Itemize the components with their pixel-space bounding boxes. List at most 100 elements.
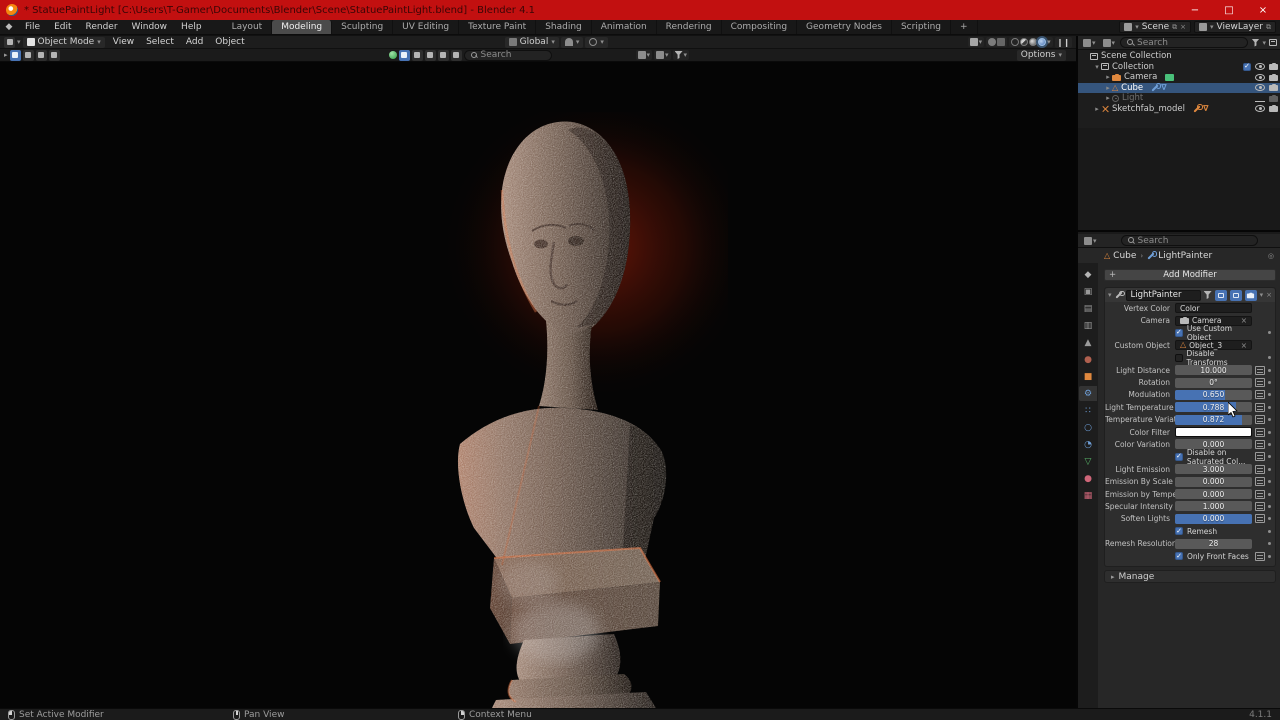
animate-decorator-dot[interactable]: [1265, 517, 1273, 520]
edit-mode-display-toggle[interactable]: [1215, 290, 1227, 301]
outliner-item-camera[interactable]: ▸Camera: [1078, 72, 1280, 83]
workspace-tab-geometry-nodes[interactable]: Geometry Nodes: [797, 20, 892, 34]
visibility-eye-icon[interactable]: [1255, 63, 1265, 70]
checkbox-checked[interactable]: ✓: [1175, 527, 1183, 535]
checkbox-checked[interactable]: ✓: [1175, 453, 1183, 461]
outliner-item-scene-collection[interactable]: Scene Collection: [1078, 51, 1280, 62]
attribute-toggle-icon[interactable]: [1255, 403, 1265, 412]
properties-tab-texture[interactable]: ▦: [1079, 488, 1097, 503]
attribute-toggle-icon[interactable]: [1255, 514, 1265, 523]
sort-dropdown[interactable]: ▾: [654, 50, 671, 60]
close-button[interactable]: ×: [1246, 0, 1280, 20]
filter-funnel-icon[interactable]: [1251, 39, 1259, 47]
workspace-tab-sculpting[interactable]: Sculpting: [332, 20, 393, 34]
value-slider[interactable]: 10.000: [1175, 365, 1252, 375]
properties-tab-tool[interactable]: ◆: [1079, 267, 1097, 282]
outliner-search-input[interactable]: Search: [1120, 37, 1248, 48]
value-slider[interactable]: 0.000: [1175, 477, 1252, 487]
menu-window[interactable]: Window: [125, 22, 175, 32]
workspace-tab-uv-editing[interactable]: UV Editing: [393, 20, 459, 34]
minimize-button[interactable]: −: [1178, 0, 1212, 20]
outliner-item-sketchfab_model[interactable]: ▸Sketchfab_model∇: [1078, 104, 1280, 115]
render-visibility-camera-icon[interactable]: [1269, 63, 1278, 70]
display-mode-dropdown[interactable]: ▾: [636, 50, 653, 60]
attribute-toggle-icon[interactable]: [1255, 452, 1265, 461]
checkbox-checked[interactable]: ✓: [1175, 552, 1183, 560]
outliner-item-cube[interactable]: ▸△Cube∇: [1078, 83, 1280, 94]
modifier-panel-header[interactable]: ▾ LightPainter ▾ ×: [1105, 288, 1275, 302]
viewport-menu-add[interactable]: Add: [180, 37, 209, 47]
outliner-item-light[interactable]: ▸Light: [1078, 93, 1280, 104]
tool-option-1-button[interactable]: [23, 50, 34, 61]
solid-shading-icon[interactable]: [1020, 38, 1028, 46]
animate-decorator-dot[interactable]: [1265, 443, 1273, 446]
visibility-eye-icon[interactable]: [1255, 84, 1265, 91]
editor-type-button[interactable]: [4, 37, 15, 48]
properties-editor-type-dropdown[interactable]: ▾: [1082, 236, 1099, 246]
outliner-filter-mode-dropdown[interactable]: ▾: [1101, 38, 1118, 48]
paint-option-4-button[interactable]: [451, 50, 462, 61]
disclosure-closed-icon[interactable]: ▸: [1093, 105, 1101, 113]
workspace-tab-layout[interactable]: Layout: [223, 20, 273, 34]
checkbox-unchecked[interactable]: [1175, 354, 1183, 362]
render-display-toggle[interactable]: [1245, 290, 1257, 301]
animate-decorator-dot[interactable]: [1265, 431, 1273, 434]
properties-tab-material[interactable]: ●: [1079, 471, 1097, 486]
attribute-toggle-icon[interactable]: [1255, 390, 1265, 399]
workspace-tab-shading[interactable]: Shading: [536, 20, 592, 34]
animate-decorator-dot[interactable]: [1265, 406, 1273, 409]
realtime-display-toggle[interactable]: [1230, 290, 1242, 301]
paint-option-3-button[interactable]: [438, 50, 449, 61]
disclosure-closed-icon[interactable]: ▸: [1104, 84, 1112, 92]
tool-search-input[interactable]: Search: [464, 50, 552, 61]
attribute-toggle-icon[interactable]: [1255, 428, 1265, 437]
pause-icon[interactable]: ❙❙: [1057, 38, 1070, 47]
render-visibility-camera-icon[interactable]: [1269, 74, 1278, 81]
value-slider[interactable]: 3.000: [1175, 464, 1252, 474]
snapping-dropdown[interactable]: ▾: [561, 37, 584, 48]
value-slider[interactable]: 1.000: [1175, 501, 1252, 511]
attribute-toggle-icon[interactable]: [1255, 552, 1265, 561]
render-visibility-camera-icon[interactable]: [1269, 95, 1278, 102]
paint-mask-button[interactable]: [399, 50, 410, 61]
blender-app-menu-icon[interactable]: ◆: [0, 22, 18, 32]
attribute-toggle-icon[interactable]: [1255, 477, 1265, 486]
render-visibility-camera-icon[interactable]: [1269, 84, 1278, 91]
value-slider[interactable]: 0°: [1175, 378, 1252, 388]
animate-decorator-dot[interactable]: [1265, 356, 1273, 359]
transform-orientation-dropdown[interactable]: Global ▾: [505, 37, 559, 48]
menu-help[interactable]: Help: [174, 22, 209, 32]
attribute-toggle-icon[interactable]: [1255, 502, 1265, 511]
value-slider[interactable]: 0.650: [1175, 390, 1252, 400]
properties-tab-world[interactable]: ●: [1079, 352, 1097, 367]
properties-tab-modifiers[interactable]: ⚙: [1079, 386, 1097, 401]
animate-decorator-dot[interactable]: [1265, 480, 1273, 483]
properties-tab-object[interactable]: ■: [1079, 369, 1097, 384]
attribute-toggle-icon[interactable]: [1255, 465, 1265, 474]
properties-tab-view-layer[interactable]: ▥: [1079, 318, 1097, 333]
properties-tab-particles[interactable]: ∷: [1079, 403, 1097, 418]
tool-option-2-button[interactable]: [36, 50, 47, 61]
workspace-tab-texture-paint[interactable]: Texture Paint: [459, 20, 536, 34]
workspace-tab-scripting[interactable]: Scripting: [892, 20, 951, 34]
options-dropdown[interactable]: Options ▾: [1017, 50, 1066, 61]
attribute-toggle-icon[interactable]: [1255, 366, 1265, 375]
text-field[interactable]: Color: [1175, 303, 1252, 313]
disclosure-open-icon[interactable]: ▾: [1093, 63, 1101, 71]
animate-decorator-dot[interactable]: [1265, 555, 1273, 558]
animate-decorator-dot[interactable]: [1265, 455, 1273, 458]
new-collection-icon[interactable]: [1269, 39, 1277, 46]
properties-tab-scene[interactable]: ▲: [1079, 335, 1097, 350]
animate-decorator-dot[interactable]: [1265, 331, 1273, 334]
workspace-tab-modeling[interactable]: Modeling: [272, 20, 332, 34]
on-cage-toggle-icon[interactable]: [1204, 291, 1212, 299]
animate-decorator-dot[interactable]: [1265, 530, 1273, 533]
attribute-toggle-icon[interactable]: [1255, 440, 1265, 449]
workspace-tab-animation[interactable]: Animation: [592, 20, 657, 34]
brush-color-indicator[interactable]: [389, 51, 397, 59]
visibility-eye-icon[interactable]: [1255, 74, 1265, 81]
pin-icon[interactable]: ◎: [1268, 252, 1274, 260]
breadcrumb-modifier[interactable]: LightPainter: [1147, 251, 1212, 261]
new-scene-icon[interactable]: ⧉: [1172, 23, 1177, 32]
properties-search-input[interactable]: Search: [1121, 235, 1258, 246]
